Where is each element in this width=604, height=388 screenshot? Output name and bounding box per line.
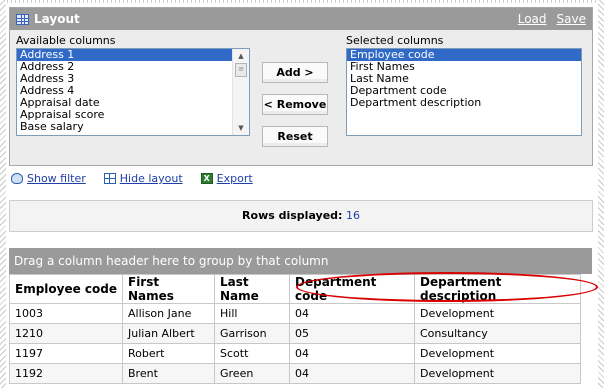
toolbar: Show filter Hide layout Export xyxy=(11,172,253,185)
cell: Hill xyxy=(214,303,290,324)
header-row: Employee code First Names Last Name Depa… xyxy=(9,274,581,304)
torn-edge-right xyxy=(598,0,604,388)
excel-icon xyxy=(200,173,213,184)
add-button[interactable]: Add > xyxy=(262,62,328,83)
show-filter-label: Show filter xyxy=(27,172,86,185)
table-row[interactable]: 1197 Robert Scott 04 Development xyxy=(9,343,581,364)
column-header-department-code[interactable]: Department code xyxy=(289,274,415,304)
cell: Scott xyxy=(214,343,290,364)
layout-title: Layout xyxy=(34,12,80,26)
selected-columns-list[interactable]: Employee code First Names Last Name Depa… xyxy=(346,48,582,136)
cell: 04 xyxy=(289,363,415,384)
cell: Development xyxy=(414,303,581,324)
cell: 1003 xyxy=(9,303,123,324)
cell: 05 xyxy=(289,323,415,344)
cell: Robert xyxy=(122,343,215,364)
cell: Consultancy xyxy=(414,323,581,344)
list-item[interactable]: Base salary xyxy=(17,121,249,133)
save-link[interactable]: Save xyxy=(557,12,586,26)
list-item[interactable]: Department description xyxy=(347,97,581,109)
load-link[interactable]: Load xyxy=(518,12,547,26)
cell: Development xyxy=(414,343,581,364)
cell: Garrison xyxy=(214,323,290,344)
cell: Development xyxy=(414,363,581,384)
column-header-department-description[interactable]: Department description xyxy=(414,274,581,304)
rows-displayed-label: Rows displayed: xyxy=(242,209,343,222)
scroll-thumb[interactable]: ≡ xyxy=(235,63,247,77)
rows-displayed-box: Rows displayed: 16 xyxy=(9,200,593,232)
layout-header: Layout Load Save xyxy=(10,8,592,30)
rows-displayed-count: 16 xyxy=(345,209,360,222)
remove-button[interactable]: < Remove xyxy=(262,94,328,115)
table-row[interactable]: 1192 Brent Green 04 Development xyxy=(9,363,581,384)
hide-layout-label: Hide layout xyxy=(119,172,183,185)
scroll-down-icon[interactable]: ▼ xyxy=(233,121,249,135)
column-header-first-names[interactable]: First Names xyxy=(122,274,215,304)
export-link[interactable]: Export xyxy=(200,172,253,185)
cell: 04 xyxy=(289,303,415,324)
cell: Julian Albert xyxy=(122,323,215,344)
available-columns-label: Available columns xyxy=(16,34,116,47)
layout-icon xyxy=(103,173,116,184)
cell: 1197 xyxy=(9,343,123,364)
available-scrollbar[interactable]: ▲ ≡ ▼ xyxy=(232,49,249,135)
cell: 04 xyxy=(289,343,415,364)
cell: 1192 xyxy=(9,363,123,384)
torn-edge-left xyxy=(0,0,6,388)
reset-button[interactable]: Reset xyxy=(262,126,328,147)
export-label: Export xyxy=(216,172,253,185)
cell: Green xyxy=(214,363,290,384)
column-header-last-name[interactable]: Last Name xyxy=(214,274,290,304)
scroll-up-icon[interactable]: ▲ xyxy=(233,49,249,63)
table-row[interactable]: 1210 Julian Albert Garrison 05 Consultan… xyxy=(9,323,581,344)
selected-columns-label: Selected columns xyxy=(346,34,444,47)
filter-icon xyxy=(11,173,23,184)
employee-grid: Employee code First Names Last Name Depa… xyxy=(9,274,581,384)
cell: 1210 xyxy=(9,323,123,344)
grid-icon xyxy=(16,13,29,25)
available-columns-list[interactable]: Address 1 Address 2 Address 3 Address 4 … xyxy=(16,48,250,136)
column-header-employee-code[interactable]: Employee code xyxy=(9,274,123,304)
cell: Allison Jane xyxy=(122,303,215,324)
group-by-bar[interactable]: Drag a column header here to group by th… xyxy=(9,248,592,274)
torn-edge-top xyxy=(0,0,604,3)
show-filter-link[interactable]: Show filter xyxy=(11,172,86,185)
hide-layout-link[interactable]: Hide layout xyxy=(103,172,183,185)
layout-panel: Layout Load Save Available columns Selec… xyxy=(9,7,593,166)
table-row[interactable]: 1003 Allison Jane Hill 04 Development xyxy=(9,303,581,324)
cell: Brent xyxy=(122,363,215,384)
layout-links: Load Save xyxy=(518,12,586,26)
